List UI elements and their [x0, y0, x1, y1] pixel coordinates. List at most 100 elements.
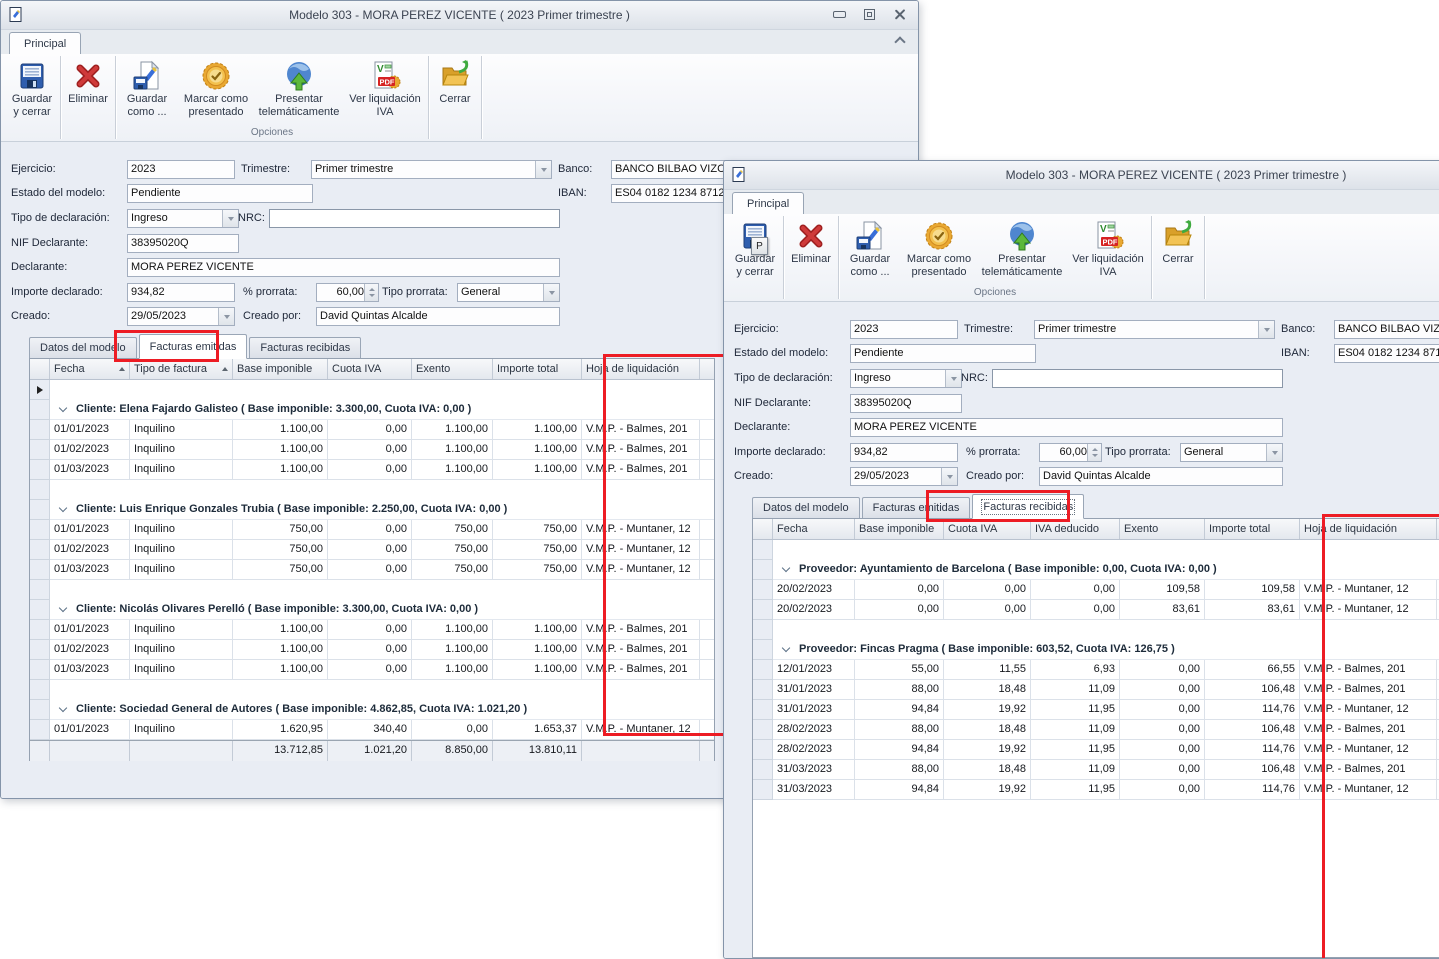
invoice-row[interactable]: 01/01/2023Inquilino750,000,00750,00750,0… [30, 520, 714, 540]
iban-field[interactable]: ES04 0182 1234 8712 [1334, 344, 1439, 363]
spinner-icon[interactable] [364, 284, 378, 301]
creado-datepicker[interactable]: 29/05/2023 [127, 307, 235, 326]
invoice-row[interactable]: 01/03/2023Inquilino1.100,000,001.100,001… [30, 460, 714, 480]
group-collapse-icon[interactable] [783, 564, 791, 572]
tab-datos-del-modelo[interactable]: Datos del modelo [29, 337, 137, 359]
column-header-base-imponible[interactable]: Base imponible [233, 359, 328, 379]
save-as-button[interactable]: Guardar como ... [117, 54, 177, 127]
ribbon-tab-principal[interactable]: Principal [732, 192, 804, 214]
dropdown-icon[interactable] [222, 210, 238, 227]
invoice-row[interactable]: 28/02/202388,0018,4811,090,00106,48V.M.P… [753, 720, 1439, 740]
invoice-row[interactable]: 20/02/20230,000,000,00109,58109,58V.M.P.… [753, 580, 1439, 600]
tipo-prorrata-select[interactable]: General [1180, 443, 1283, 462]
estado-field[interactable]: Pendiente [850, 344, 1036, 363]
group-collapse-icon[interactable] [783, 644, 791, 652]
trimestre-select[interactable]: Primer trimestre [311, 160, 552, 179]
tab-facturas-recibidas[interactable]: Facturas recibidas [249, 337, 361, 359]
creado-por-field[interactable]: David Quintas Alcalde [316, 307, 560, 326]
view-iva-button[interactable]: Ver liquidación IVA [343, 54, 427, 127]
ribbon-tab-principal[interactable]: Principal [9, 32, 81, 54]
column-header-iva-deducido[interactable]: IVA deducido [1031, 519, 1120, 539]
banco-field[interactable]: BANCO BILBAO VIZCAY [1334, 320, 1439, 339]
creado-datepicker[interactable]: 29/05/2023 [850, 467, 958, 486]
ejercicio-field[interactable]: 2023 [850, 320, 958, 339]
invoice-row[interactable]: 31/03/202388,0018,4811,090,00106,48V.M.P… [753, 760, 1439, 780]
invoice-row[interactable]: 01/01/2023Inquilino1.100,000,001.100,001… [30, 620, 714, 640]
dropdown-icon[interactable] [941, 468, 957, 485]
nrc-input[interactable] [269, 209, 560, 228]
column-header-hoja-de-liquidaci-n[interactable]: Hoja de liquidación [1300, 519, 1437, 539]
invoice-row[interactable]: 28/02/202394,8419,9211,950,00114,76V.M.P… [753, 740, 1439, 760]
invoice-row[interactable]: 01/03/2023Inquilino1.100,000,001.100,001… [30, 660, 714, 680]
invoice-row[interactable]: 12/01/202355,0011,556,930,0066,55V.M.P. … [753, 660, 1439, 680]
invoice-row[interactable]: 01/02/2023Inquilino1.100,000,001.100,001… [30, 640, 714, 660]
invoice-row[interactable]: 01/02/2023Inquilino750,000,00750,00750,0… [30, 540, 714, 560]
group-row[interactable]: Proveedor: Ayuntamiento de Barcelona ( B… [753, 560, 1439, 580]
nif-field[interactable]: 38395020Q [850, 394, 962, 413]
column-header-tipo-de-factura[interactable]: Tipo de factura [130, 359, 233, 379]
importe-field[interactable]: 934,82 [127, 283, 235, 302]
mark-presented-button[interactable]: Marcar como presentado [900, 214, 978, 287]
dropdown-icon[interactable] [543, 284, 559, 301]
group-row[interactable]: Proveedor: Fincas Pragma ( Base imponibl… [753, 640, 1439, 660]
column-header-fecha[interactable]: Fecha [773, 519, 855, 539]
dropdown-icon[interactable] [945, 370, 961, 387]
nif-field[interactable]: 38395020Q [127, 234, 239, 253]
prorrata-spinner[interactable]: 60,00 [316, 283, 379, 302]
tipo-declaracion-select[interactable]: Ingreso [127, 209, 239, 228]
invoice-row[interactable]: 31/03/202394,8419,9211,950,00114,76V.M.P… [753, 780, 1439, 800]
minimize-button[interactable] [832, 7, 846, 21]
view-iva-button[interactable]: Ver liquidación IVA [1066, 214, 1150, 287]
invoice-row[interactable]: 31/01/202394,8419,9211,950,00114,76V.M.P… [753, 700, 1439, 720]
save-as-button[interactable]: Guardar como ... [840, 214, 900, 287]
tab-facturas-emitidas[interactable]: Facturas emitidas [139, 334, 248, 359]
invoice-row[interactable]: 01/03/2023Inquilino750,000,00750,00750,0… [30, 560, 714, 580]
tab-datos-del-modelo[interactable]: Datos del modelo [752, 497, 860, 519]
estado-field[interactable]: Pendiente [127, 184, 313, 203]
invoice-row[interactable]: 01/01/2023Inquilino1.100,000,001.100,001… [30, 420, 714, 440]
dropdown-icon[interactable] [535, 161, 551, 178]
tipo-declaracion-select[interactable]: Ingreso [850, 369, 962, 388]
column-header-cuota-iva[interactable]: Cuota IVA [328, 359, 412, 379]
column-header-fecha[interactable]: Fecha [50, 359, 130, 379]
group-collapse-icon[interactable] [60, 504, 68, 512]
column-header-importe-total[interactable]: Importe total [493, 359, 582, 379]
close-form-button[interactable]: Cerrar [1153, 214, 1203, 287]
declarante-field[interactable]: MORA PEREZ VICENTE [850, 418, 1283, 437]
tab-facturas-recibidas[interactable]: Facturas recibidas [972, 494, 1084, 519]
invoice-row[interactable]: 20/02/20230,000,000,0083,6183,61V.M.P. -… [753, 600, 1439, 620]
delete-button[interactable]: Eliminar [785, 214, 837, 287]
close-form-button[interactable]: Cerrar [430, 54, 480, 127]
spinner-icon[interactable] [1087, 444, 1101, 461]
column-header-exento[interactable]: Exento [412, 359, 493, 379]
invoice-row[interactable]: 01/02/2023Inquilino1.100,000,001.100,001… [30, 440, 714, 460]
dropdown-icon[interactable] [1266, 444, 1282, 461]
dropdown-icon[interactable] [218, 308, 234, 325]
title-bar[interactable]: Modelo 303 - MORA PEREZ VICENTE ( 2023 P… [1, 1, 918, 30]
group-row[interactable]: Cliente: Sociedad General de Autores ( B… [30, 700, 714, 720]
restore-button[interactable] [862, 7, 876, 21]
tipo-prorrata-select[interactable]: General [457, 283, 560, 302]
group-collapse-icon[interactable] [60, 704, 68, 712]
mark-presented-button[interactable]: Marcar como presentado [177, 54, 255, 127]
group-row[interactable]: Cliente: Luis Enrique Gonzales Trubia ( … [30, 500, 714, 520]
invoice-row[interactable]: 31/01/202388,0018,4811,090,00106,48V.M.P… [753, 680, 1439, 700]
group-row[interactable]: Cliente: Nicolás Olivares Perelló ( Base… [30, 600, 714, 620]
delete-button[interactable]: Eliminar [62, 54, 114, 127]
column-header-importe-total[interactable]: Importe total [1205, 519, 1300, 539]
close-button[interactable] [892, 7, 906, 21]
present-online-button[interactable]: Presentar telemáticamente [978, 214, 1066, 287]
creado-por-field[interactable]: David Quintas Alcalde [1039, 467, 1283, 486]
prorrata-spinner[interactable]: 60,00 [1039, 443, 1102, 462]
title-bar[interactable]: Modelo 303 - MORA PEREZ VICENTE ( 2023 P… [724, 161, 1439, 190]
collapse-ribbon-button[interactable] [896, 38, 904, 46]
save-and-close-button[interactable]: Guardar y cerrar [5, 54, 59, 127]
present-online-button[interactable]: Presentar telemáticamente [255, 54, 343, 127]
importe-field[interactable]: 934,82 [850, 443, 958, 462]
nrc-input[interactable] [992, 369, 1283, 388]
column-header-exento[interactable]: Exento [1120, 519, 1205, 539]
group-collapse-icon[interactable] [60, 404, 68, 412]
column-header-cuota-iva[interactable]: Cuota IVA [944, 519, 1031, 539]
invoice-row[interactable]: 01/01/2023Inquilino1.620,95340,400,001.6… [30, 720, 714, 740]
column-header-base-imponible[interactable]: Base imponible [855, 519, 944, 539]
